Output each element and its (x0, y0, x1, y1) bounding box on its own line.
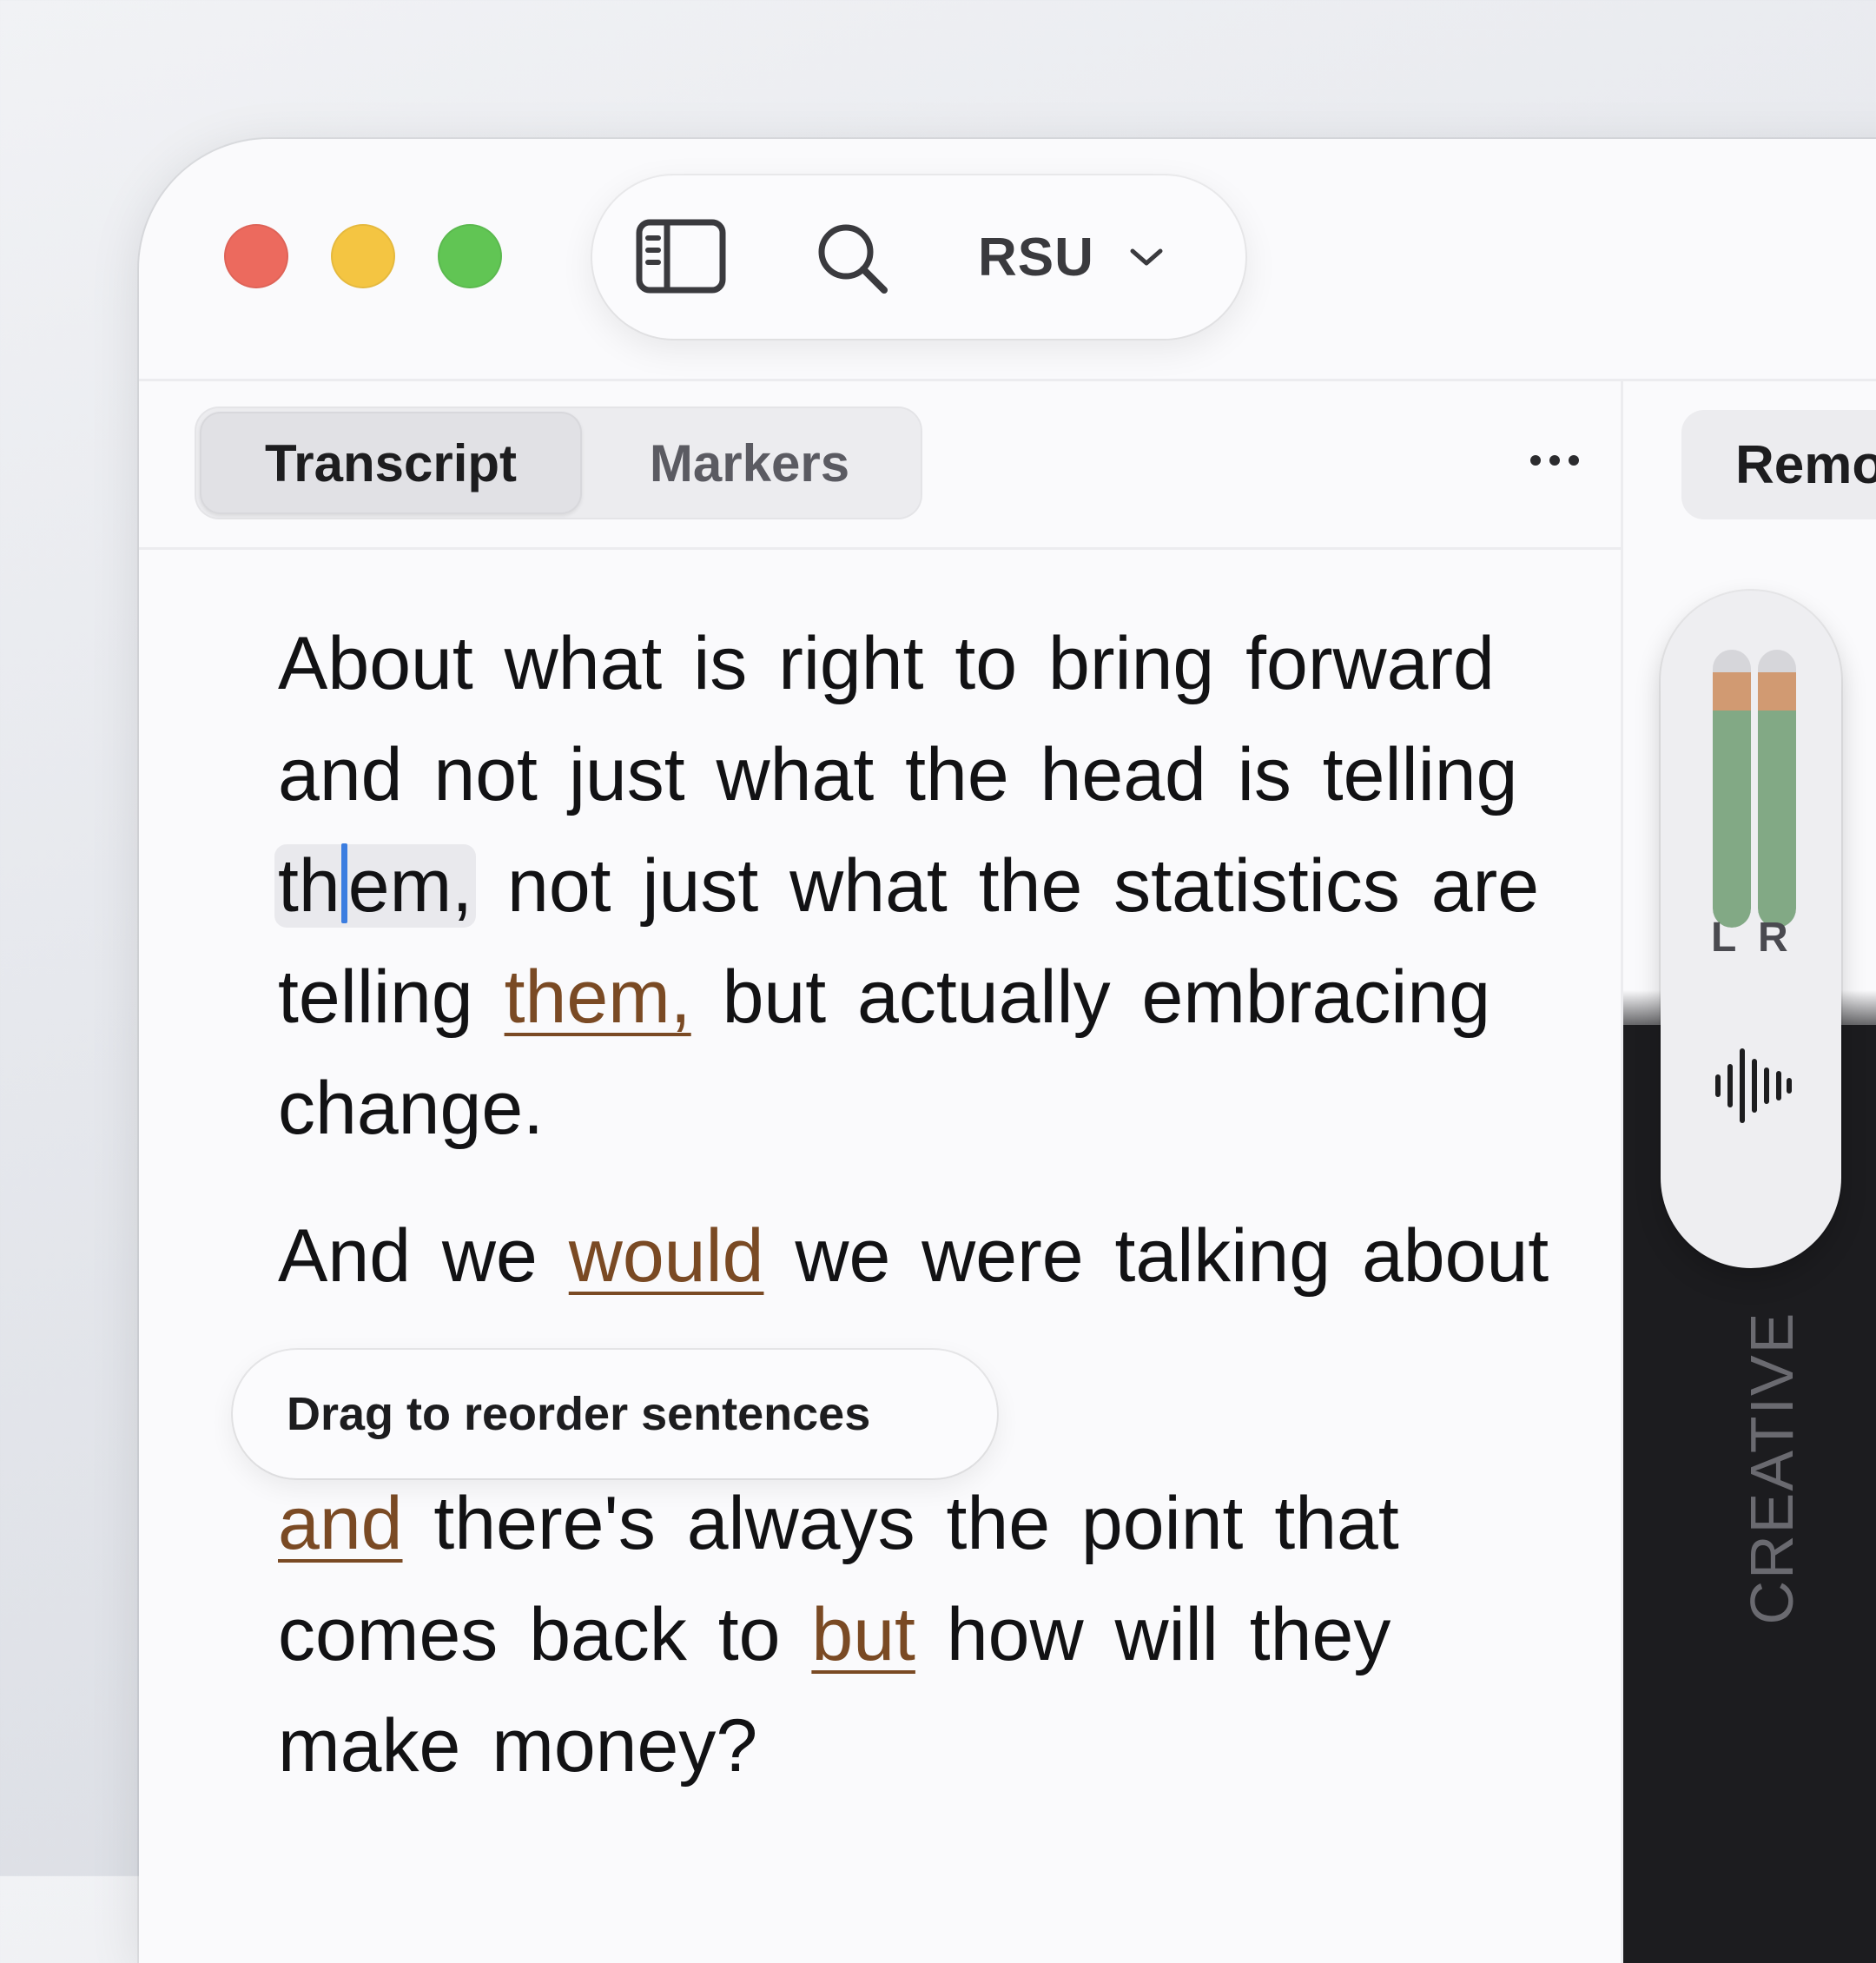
transcript-line: And we would we were talking about (278, 1200, 1549, 1312)
close-window-button[interactable] (224, 224, 288, 288)
transcript-paragraph[interactable]: And we would we were talking about (278, 1200, 1549, 1312)
transcript-line: and not just what the head is telling (278, 733, 1518, 816)
waveform-icon[interactable] (1709, 1044, 1793, 1127)
tabs-divider (139, 547, 1621, 550)
filler-word[interactable]: would (569, 1214, 764, 1298)
selected-word-part: th (278, 844, 340, 928)
ellipsis-icon (1530, 455, 1541, 466)
meter-right-peak (1758, 672, 1796, 714)
view-switcher: Transcript Markers (195, 406, 922, 519)
filler-word[interactable]: and (278, 1482, 403, 1565)
header-divider (139, 379, 1876, 381)
line-text: how will they (915, 1593, 1391, 1676)
text-caret (340, 843, 347, 923)
meter-label-left: L (1711, 915, 1737, 961)
audio-meter: L R (1661, 591, 1841, 1268)
transcript-line: and there's always the point that (278, 1468, 1399, 1579)
right-panel-tab[interactable]: Remo (1681, 410, 1876, 519)
tab-transcript[interactable]: Transcript (200, 412, 582, 514)
transcript-line: About what is right to bring forward (278, 622, 1495, 705)
transcript-line: th em, not just what the statistics are (274, 830, 1540, 942)
drag-tooltip: Drag to reorder sentences (233, 1350, 997, 1478)
transcript-line: change. (278, 1067, 545, 1150)
meter-channel-left (1713, 650, 1751, 928)
filler-word[interactable]: but (811, 1593, 915, 1676)
filler-word[interactable]: them, (505, 955, 691, 1039)
transcript-paragraph[interactable]: About what is right to bring forward and… (274, 608, 1540, 1164)
search-icon[interactable] (815, 221, 889, 295)
meter-channel-right (1758, 650, 1796, 928)
meter-left-peak (1713, 672, 1751, 714)
ellipsis-dot (1549, 455, 1560, 466)
zoom-window-button[interactable] (438, 224, 502, 288)
line-text: telling (278, 955, 505, 1039)
meter-left-level (1713, 711, 1751, 928)
line-text: there's always the point that (402, 1482, 1399, 1565)
ellipsis-dot (1569, 455, 1579, 466)
transcript-line: comes back to but how will they (278, 1579, 1399, 1690)
transcript-paragraph[interactable]: and there's always the point that comes … (278, 1468, 1399, 1801)
toolbar: RSU (592, 175, 1245, 339)
selected-word-part: em, (347, 844, 473, 928)
line-text: not just what the statistics are (476, 844, 1540, 928)
selected-word[interactable]: th em, (274, 843, 477, 928)
video-background-text: CREATIVE (1738, 1311, 1806, 1625)
chevron-down-icon (1130, 248, 1163, 266)
tab-markers[interactable]: Markers (582, 412, 917, 514)
workspace-label: RSU (978, 227, 1094, 288)
line-text: comes back to (278, 1593, 812, 1676)
line-text: we were talking about (763, 1214, 1549, 1298)
workspace-menu[interactable]: RSU (978, 227, 1164, 288)
meter-label-right: R (1758, 915, 1788, 961)
line-text: but actually embracing (690, 955, 1491, 1039)
sidebar-icon[interactable] (636, 219, 726, 294)
line-text: And we (278, 1214, 569, 1298)
app-window: RSU Transcript Markers Remo CREATIVE L R (139, 139, 1876, 1963)
minimize-window-button[interactable] (331, 224, 395, 288)
more-options-button[interactable] (1511, 434, 1598, 486)
meter-right-level (1758, 711, 1796, 928)
transcript-line: make money? (278, 1704, 758, 1788)
transcript-line: telling them, but actually embracing (278, 942, 1539, 1053)
